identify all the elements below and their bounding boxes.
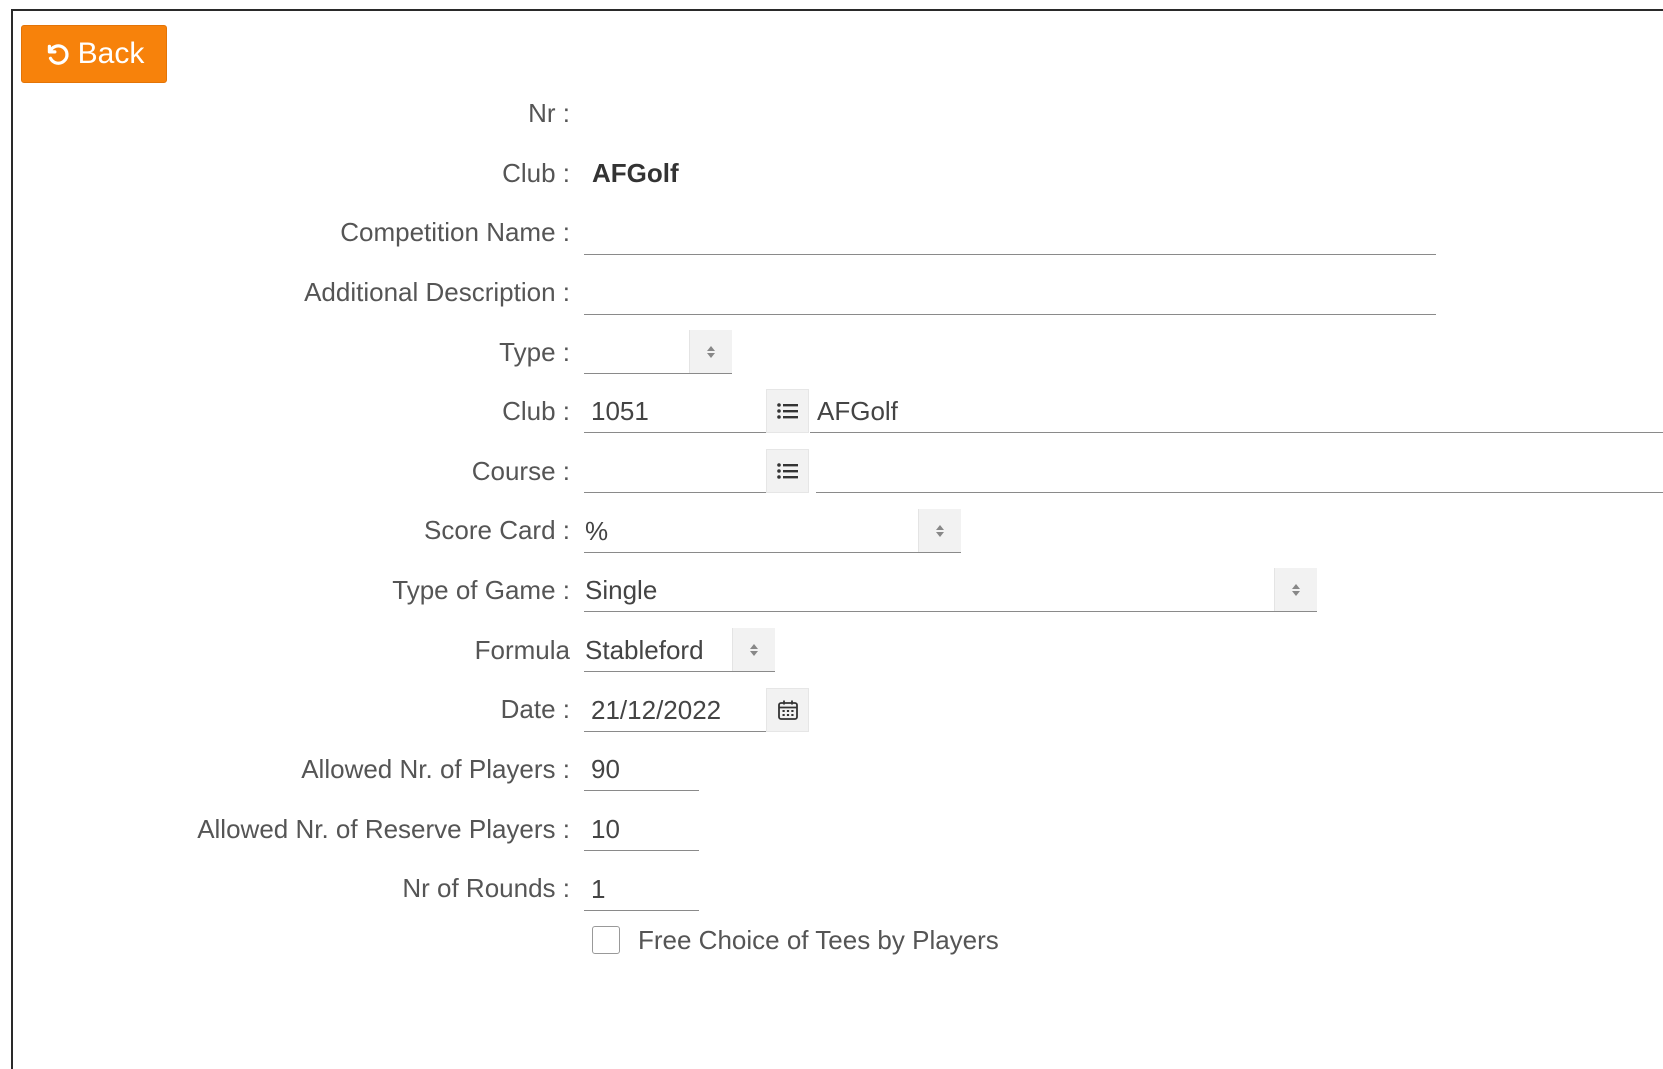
competition-name-input[interactable] — [584, 211, 1436, 255]
type-of-game-value: Single — [585, 575, 658, 605]
back-button[interactable]: Back — [21, 25, 167, 83]
allowed-players-value: 90 — [591, 754, 620, 784]
course-code-input[interactable] — [584, 449, 766, 493]
type-of-game-label: Type of Game : — [392, 575, 570, 605]
club-static-value: AFGolf — [592, 158, 679, 188]
formula-value: Stableford — [585, 635, 704, 665]
nr-rounds-value: 1 — [591, 874, 606, 904]
calendar-icon — [777, 700, 798, 720]
date-picker-button[interactable] — [766, 688, 809, 732]
additional-description-input[interactable] — [584, 271, 1436, 315]
type-sort-icon — [689, 330, 732, 373]
free-choice-tees-checkbox[interactable] — [592, 926, 620, 954]
club-static-label: Club : — [502, 158, 570, 188]
nr-rounds-label: Nr of Rounds : — [402, 873, 570, 903]
date-label: Date : — [500, 694, 570, 724]
formula-sort-icon — [732, 628, 775, 671]
allowed-reserve-value: 10 — [591, 814, 620, 844]
club-name-display: AFGolf — [810, 389, 1663, 433]
score-card-select[interactable]: % — [584, 509, 961, 553]
nr-label: Nr : — [528, 98, 570, 128]
allowed-players-input[interactable]: 90 — [584, 747, 699, 791]
club-lookup-button[interactable] — [766, 389, 809, 433]
course-lookup-button[interactable] — [766, 449, 809, 493]
allowed-reserve-input[interactable]: 10 — [584, 807, 699, 851]
nr-rounds-input[interactable]: 1 — [584, 867, 699, 911]
club-code-input[interactable]: 1051 — [584, 389, 766, 433]
club-label: Club : — [502, 396, 570, 426]
club-name-value: AFGolf — [817, 396, 898, 426]
type-of-game-select[interactable]: Single — [584, 568, 1317, 612]
competition-name-label: Competition Name : — [340, 217, 570, 247]
score-card-label: Score Card : — [424, 515, 570, 545]
formula-select[interactable]: Stableford — [584, 628, 775, 672]
type-label: Type : — [499, 337, 570, 367]
undo-icon — [44, 41, 70, 67]
free-choice-tees-label[interactable]: Free Choice of Tees by Players — [638, 924, 999, 956]
formula-label: Formula — [474, 635, 570, 665]
back-button-label: Back — [77, 37, 145, 70]
list-icon — [776, 463, 798, 479]
allowed-reserve-label: Allowed Nr. of Reserve Players : — [197, 814, 570, 844]
type-of-game-sort-icon — [1274, 568, 1317, 611]
additional-description-label: Additional Description : — [304, 277, 570, 307]
score-card-sort-icon — [918, 509, 961, 552]
type-select[interactable] — [584, 330, 732, 374]
allowed-players-label: Allowed Nr. of Players : — [301, 754, 570, 784]
date-value: 21/12/2022 — [591, 695, 722, 725]
score-card-value: % — [585, 516, 609, 546]
course-name-display — [816, 449, 1663, 493]
club-code-value: 1051 — [591, 396, 649, 426]
list-icon — [776, 403, 798, 419]
course-label: Course : — [471, 456, 570, 486]
date-input[interactable]: 21/12/2022 — [584, 688, 766, 732]
